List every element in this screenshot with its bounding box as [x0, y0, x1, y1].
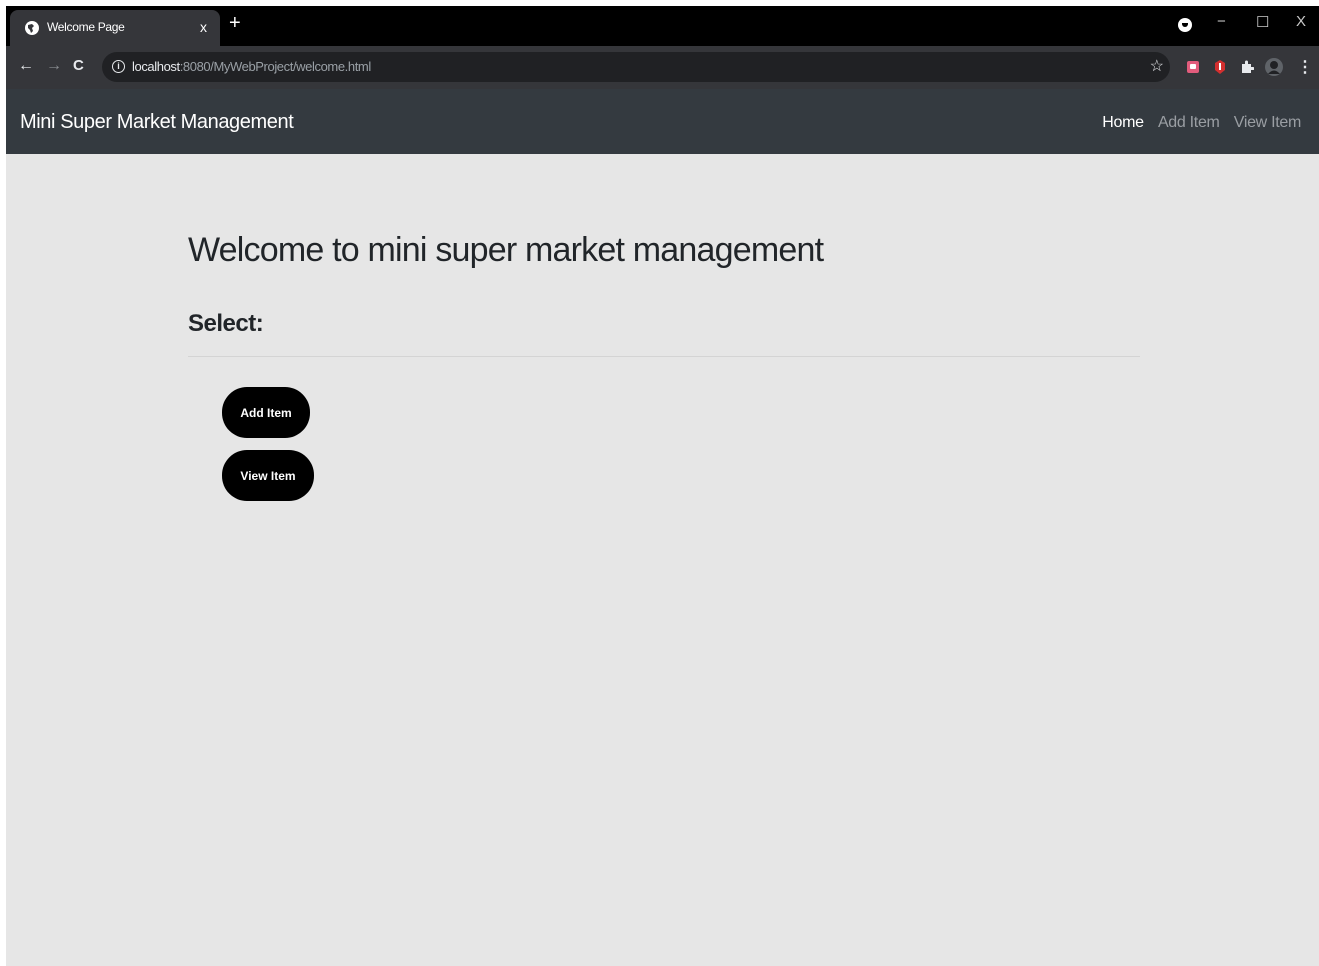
address-bar[interactable]: i localhost:8080/MyWebProject/welcome.ht…: [102, 52, 1170, 82]
browser-toolbar: ← → C i localhost:8080/MyWebProject/welc…: [6, 46, 1319, 89]
url-path: :8080/MyWebProject/welcome.html: [179, 59, 372, 74]
page-title: Welcome to mini super market management: [188, 231, 824, 269]
reload-button[interactable]: C: [73, 57, 84, 74]
browser-window: Welcome Page x + − ☐ X ← → C i localhost…: [6, 6, 1319, 966]
profile-icon[interactable]: [1178, 18, 1192, 32]
adblock-hand-icon[interactable]: [1213, 59, 1227, 75]
select-label: Select:: [188, 310, 264, 337]
forward-button[interactable]: →: [46, 57, 62, 75]
url-host: localhost: [132, 59, 180, 74]
nav-link-home[interactable]: Home: [1102, 114, 1144, 131]
divider: [188, 356, 1140, 357]
add-item-button[interactable]: Add Item: [222, 387, 310, 438]
site-navbar: Mini Super Market Management Home Add It…: [6, 89, 1319, 154]
tab-strip: Welcome Page x + − ☐ X: [6, 6, 1319, 46]
navbar-brand[interactable]: Mini Super Market Management: [20, 111, 294, 134]
back-button[interactable]: ←: [18, 57, 34, 75]
new-tab-button[interactable]: +: [229, 13, 241, 33]
nav-link-view-item[interactable]: View Item: [1234, 114, 1302, 131]
bookmark-star-icon[interactable]: ☆: [1150, 56, 1164, 76]
close-window-button[interactable]: X: [1296, 13, 1306, 30]
extension-shield-icon[interactable]: [1186, 59, 1200, 75]
view-item-button[interactable]: View Item: [222, 450, 314, 501]
minimize-button[interactable]: −: [1217, 13, 1226, 30]
nav-link-add-item[interactable]: Add Item: [1158, 114, 1220, 131]
info-icon[interactable]: i: [112, 60, 125, 73]
url-text[interactable]: localhost:8080/MyWebProject/welcome.html: [132, 59, 371, 74]
tab-close-button[interactable]: x: [200, 19, 207, 35]
tab-welcome[interactable]: Welcome Page x: [10, 10, 220, 46]
navbar-links: Home Add Item View Item: [1092, 114, 1301, 132]
extensions-puzzle-icon[interactable]: [1240, 59, 1254, 75]
browser-menu-icon[interactable]: ⋮: [1297, 57, 1313, 77]
avatar[interactable]: [1265, 58, 1283, 76]
tab-title: Welcome Page: [47, 20, 125, 34]
main-container: Welcome to mini super market management …: [188, 209, 1140, 501]
maximize-button[interactable]: ☐: [1256, 13, 1269, 31]
globe-icon: [25, 21, 39, 35]
page-viewport: Mini Super Market Management Home Add It…: [6, 89, 1319, 966]
